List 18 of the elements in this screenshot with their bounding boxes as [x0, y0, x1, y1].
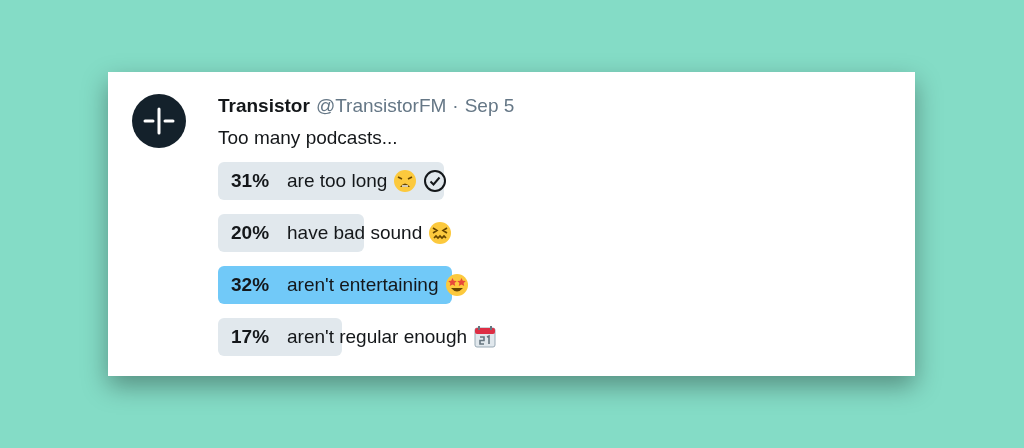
tired-face-icon [393, 169, 418, 193]
author-name[interactable]: Transistor [218, 94, 310, 118]
separator-dot: · [452, 94, 459, 118]
author-handle[interactable]: @TransistorFM [315, 94, 447, 118]
poll-percent: 31% [231, 170, 271, 192]
poll-option: have bad sound [287, 222, 423, 244]
poll-option: are too long [287, 170, 388, 192]
calendar-icon [473, 325, 498, 349]
avatar-icon[interactable] [132, 94, 186, 148]
star-struck-face-icon [444, 273, 469, 297]
poll-option: aren't entertaining [287, 274, 439, 296]
poll-percent: 20% [231, 222, 271, 244]
poll-percent: 32% [231, 274, 271, 296]
confounded-face-icon [428, 221, 453, 245]
poll-percent: 17% [231, 326, 271, 348]
poll-option: aren't regular enough [287, 326, 468, 348]
tweet-date[interactable]: Sep 5 [464, 94, 515, 118]
tweet-text: Too many podcasts... [218, 126, 399, 150]
